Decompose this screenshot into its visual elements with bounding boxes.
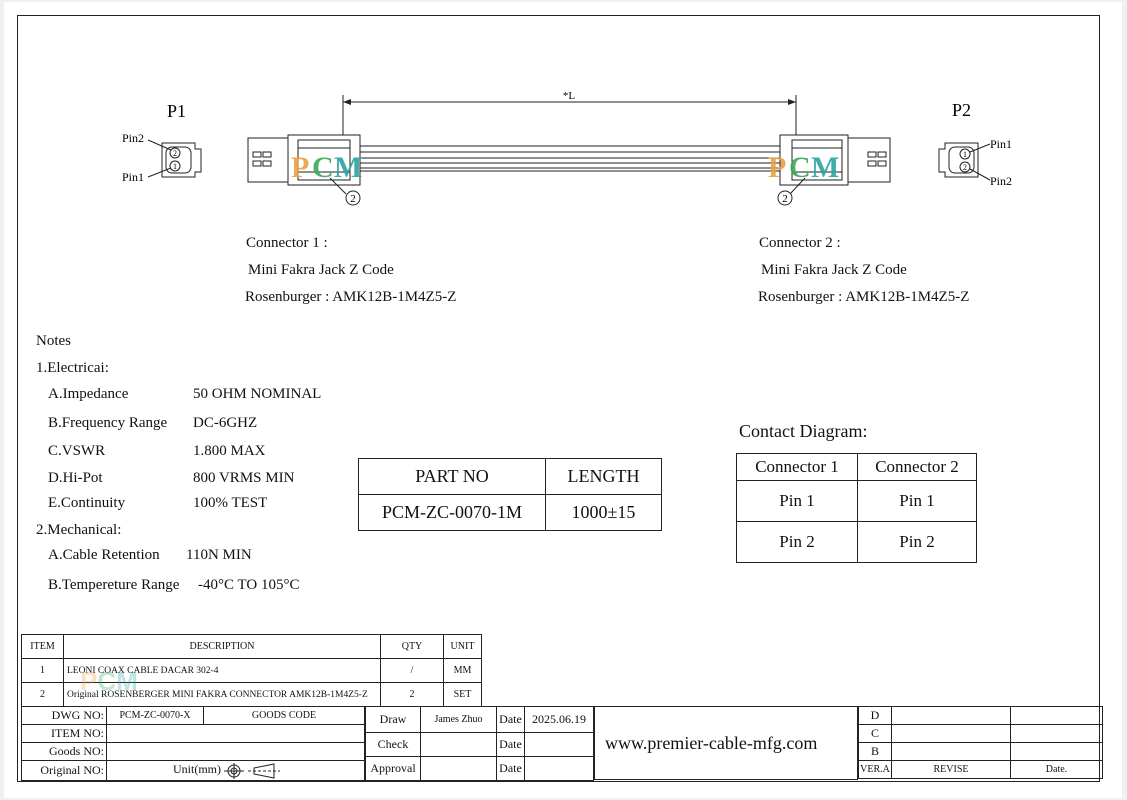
svg-text:M: M bbox=[811, 151, 839, 184]
length-label: *L bbox=[563, 90, 576, 102]
svg-text:M: M bbox=[334, 151, 362, 184]
company-cell: www.premier-cable-mfg.com bbox=[594, 706, 858, 780]
spec-value: 800 VRMS MIN bbox=[193, 470, 295, 486]
dwg-no-value: PCM-ZC-0070-X bbox=[106, 706, 204, 725]
connector-2-type: Mini Fakra Jack Z Code bbox=[761, 262, 907, 278]
contact-cell: Pin 2 bbox=[857, 521, 977, 563]
spec-value: 50 OHM NOMINAL bbox=[193, 386, 322, 402]
mechanical-heading: 2.Mechanical: bbox=[36, 522, 122, 538]
p2-pin1-label: Pin1 bbox=[990, 137, 1012, 151]
connector-2-side-view: P C M 2 bbox=[768, 134, 891, 206]
part-no-header: PART NO bbox=[358, 458, 546, 495]
cable-assembly-drawing: *L P C M 2 P C M 2 P1 2 1 Pin2 Pin1 P2 1… bbox=[122, 90, 1012, 206]
spec-label: D.Hi-Pot bbox=[48, 470, 103, 486]
bom-cell: / bbox=[380, 658, 444, 683]
dwg-no-label: DWG NO: bbox=[21, 706, 107, 725]
connector-2-part: Rosenburger : AMK12B-1M4Z5-Z bbox=[758, 289, 970, 305]
notes-title: Notes bbox=[36, 333, 71, 349]
bom-header: UNIT bbox=[443, 634, 482, 659]
projection-symbol-icon bbox=[224, 762, 280, 779]
bom-cell: 2 bbox=[21, 682, 64, 707]
revision-table: D C B VER.A REVISE Date. bbox=[858, 706, 1103, 779]
draw-label: Draw bbox=[365, 706, 421, 733]
svg-text:P: P bbox=[768, 151, 786, 184]
date-label: Date bbox=[496, 706, 525, 733]
spec-value: -40°C TO 105°C bbox=[198, 577, 300, 593]
svg-text:1: 1 bbox=[963, 150, 967, 159]
p1-pin2-label: Pin2 bbox=[122, 131, 144, 145]
spec-value: 100% TEST bbox=[193, 495, 268, 511]
goods-code-label: GOODS CODE bbox=[203, 706, 365, 725]
connector-1-part: Rosenburger : AMK12B-1M4Z5-Z bbox=[245, 289, 457, 305]
approval-label: Approval bbox=[365, 756, 421, 781]
contact-diagram-table: Connector 1 Connector 2 Pin 1 Pin 1 Pin … bbox=[736, 453, 977, 563]
contact-cell: Pin 1 bbox=[736, 480, 858, 522]
spec-label: B.Tempereture Range bbox=[48, 577, 180, 593]
connector-1-side-view: P C M 2 bbox=[247, 134, 362, 206]
bom-cell: MM bbox=[443, 658, 482, 683]
goods-no-label: Goods NO: bbox=[21, 742, 107, 761]
p1-label: P1 bbox=[167, 101, 186, 121]
version-label: VER.A bbox=[858, 760, 892, 779]
spec-label: E.Continuity bbox=[48, 495, 126, 511]
spec-label: B.Frequency Range bbox=[48, 415, 168, 431]
spec-label: A.Cable Retention bbox=[48, 547, 160, 563]
connector-1-title: Connector 1 : bbox=[246, 235, 328, 251]
spec-value: 110N MIN bbox=[186, 547, 252, 563]
contact-cell: Pin 1 bbox=[857, 480, 977, 522]
callout-2-right: 2 bbox=[782, 193, 788, 205]
bom-header: ITEM bbox=[21, 634, 64, 659]
draw-name: James Zhuo bbox=[420, 706, 497, 733]
svg-text:2: 2 bbox=[173, 149, 177, 158]
company-website[interactable]: www.premier-cable-mfg.com bbox=[605, 733, 817, 754]
callout-2-left: 2 bbox=[350, 193, 356, 205]
length-value: 1000±15 bbox=[545, 494, 662, 531]
original-no-label: Original NO: bbox=[21, 760, 107, 781]
date-label: Date bbox=[496, 756, 525, 781]
bom-header: DESCRIPTION bbox=[63, 634, 381, 659]
spec-value: DC-6GHZ bbox=[193, 415, 258, 431]
p2-label: P2 bbox=[952, 100, 971, 120]
revision-letter: D bbox=[858, 706, 892, 725]
svg-text:1: 1 bbox=[173, 162, 177, 171]
contact-header: Connector 1 bbox=[736, 453, 858, 481]
date-label: Date bbox=[496, 732, 525, 757]
bom-cell: SET bbox=[443, 682, 482, 707]
part-number-table: PART NO LENGTH PCM-ZC-0070-1M 1000±15 bbox=[358, 458, 662, 531]
p1-front-view: P1 2 1 Pin2 Pin1 bbox=[122, 101, 202, 184]
part-no-value: PCM-ZC-0070-1M bbox=[358, 494, 546, 531]
svg-text:P: P bbox=[291, 151, 309, 184]
bom-cell: 1 bbox=[21, 658, 64, 683]
revision-letter: C bbox=[858, 724, 892, 743]
title-block-approvals: Draw James Zhuo Date 2025.06.19 Check Da… bbox=[365, 706, 594, 781]
draw-date: 2025.06.19 bbox=[524, 706, 594, 733]
title-block-left: DWG NO: PCM-ZC-0070-X GOODS CODE ITEM NO… bbox=[21, 706, 365, 781]
contact-header: Connector 2 bbox=[857, 453, 977, 481]
p1-pin1-label: Pin1 bbox=[122, 170, 144, 184]
spec-label: C.VSWR bbox=[48, 443, 106, 459]
connector-2-title: Connector 2 : bbox=[759, 235, 841, 251]
unit-label: Unit(mm) bbox=[173, 762, 221, 777]
connector-1-type: Mini Fakra Jack Z Code bbox=[248, 262, 394, 278]
pcm-watermark: PCM bbox=[80, 666, 138, 696]
p2-pin2-label: Pin2 bbox=[990, 174, 1012, 188]
contact-diagram-title: Contact Diagram: bbox=[739, 421, 868, 441]
bom-header: QTY bbox=[380, 634, 444, 659]
svg-text:2: 2 bbox=[963, 163, 967, 172]
spec-label: A.Impedance bbox=[48, 386, 129, 402]
spec-value: 1.800 MAX bbox=[193, 443, 266, 459]
item-no-label: ITEM NO: bbox=[21, 724, 107, 743]
contact-cell: Pin 2 bbox=[736, 521, 858, 563]
electrical-heading: 1.Electricai: bbox=[36, 360, 109, 376]
svg-text:C: C bbox=[789, 151, 811, 184]
p2-front-view: P2 1 2 Pin1 Pin2 bbox=[938, 100, 1012, 188]
bom-cell: 2 bbox=[380, 682, 444, 707]
length-header: LENGTH bbox=[545, 458, 662, 495]
revise-label: REVISE bbox=[891, 760, 1011, 779]
date-column-label: Date. bbox=[1010, 760, 1103, 779]
revision-letter: B bbox=[858, 742, 892, 761]
check-label: Check bbox=[365, 732, 421, 757]
